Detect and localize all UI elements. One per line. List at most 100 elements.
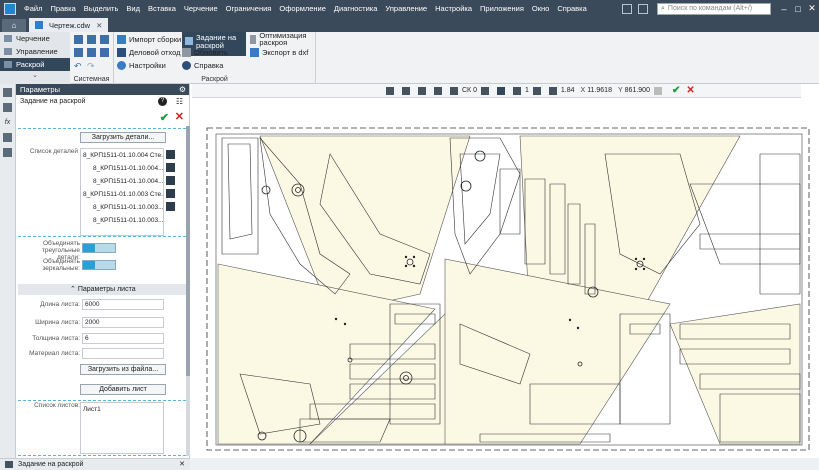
deal-waste-button[interactable]: Деловой отход	[117, 48, 180, 57]
zoom-select[interactable]: 1.84	[561, 87, 575, 94]
tree-view-icon[interactable]: ☷	[176, 97, 183, 106]
formula-icon[interactable]: fx	[3, 118, 12, 127]
width-input[interactable]: 2000	[82, 317, 164, 328]
pencil-icon[interactable]	[653, 86, 662, 95]
step-select[interactable]: 1	[525, 87, 529, 94]
cursor-snap-icon[interactable]	[496, 86, 505, 95]
folder-icon[interactable]	[87, 48, 96, 57]
snap-icon[interactable]	[402, 86, 410, 95]
sheet-params-header[interactable]: ⌃ Параметры листа	[18, 284, 186, 295]
sort-down-icon[interactable]	[166, 189, 175, 198]
help-label: Справка	[194, 61, 224, 70]
cancel-icon[interactable]: ✕	[175, 110, 184, 123]
zoom-plus-icon[interactable]	[548, 86, 557, 95]
camera-icon[interactable]	[638, 3, 648, 14]
home-icon[interactable]: ⌂	[2, 19, 26, 32]
menu-window[interactable]: Окно	[528, 0, 553, 17]
close-tab-icon[interactable]: ✕	[96, 21, 102, 30]
list-item[interactable]: 8_КРП1511-01.10.003 Сте...	[81, 188, 163, 201]
confirm-icon[interactable]: ✔	[672, 85, 680, 96]
help-button[interactable]: Справка	[182, 61, 223, 70]
update-button[interactable]: Обновить	[182, 48, 228, 57]
layers-icon[interactable]	[3, 133, 12, 142]
menu-manage[interactable]: Управление	[381, 0, 431, 17]
group-system: ↶ ↷ Системная	[70, 32, 114, 84]
grid-icon[interactable]	[434, 86, 442, 95]
scrollbar-thumb[interactable]	[186, 126, 190, 376]
length-input[interactable]: 6000	[82, 299, 164, 310]
list-item[interactable]: 8_КРП1511-01.10.003...	[81, 201, 163, 214]
cs-select[interactable]: СК 0	[462, 87, 477, 94]
app-logo-icon[interactable]	[4, 2, 16, 15]
screen-icon[interactable]	[622, 3, 632, 14]
menu-diagnostics[interactable]: Диагностика	[330, 0, 381, 17]
menu-format[interactable]: Оформление	[275, 0, 330, 17]
sheets-list[interactable]: Лист1	[80, 402, 164, 454]
ortho-icon[interactable]	[450, 86, 458, 95]
confirm-icon[interactable]: ✔	[160, 111, 169, 124]
undo-icon[interactable]: ↶	[74, 61, 82, 72]
menu-constraints[interactable]: Ограничения	[222, 0, 276, 17]
export-dxf-button[interactable]: Экспорт в dxf	[250, 48, 308, 57]
menu-select[interactable]: Выделить	[80, 0, 123, 17]
close-icon[interactable]: ✕	[179, 459, 185, 470]
sheets-list-label: Список листов:	[34, 402, 80, 409]
menu-file[interactable]: Файл	[20, 0, 46, 17]
add-sheet-button[interactable]: Добавить лист	[80, 384, 166, 395]
mode-manage[interactable]: Управление	[0, 45, 70, 58]
mode-raskroy[interactable]: Раскрой	[0, 58, 70, 71]
menu-drawing[interactable]: Черчение	[180, 0, 222, 17]
command-search[interactable]: ⌕ Поиск по командам (Alt+/)	[657, 2, 771, 15]
menu-insert[interactable]: Вставка	[144, 0, 180, 17]
step-icon[interactable]	[512, 86, 521, 95]
import-assembly-button[interactable]: Импорт сборки	[117, 35, 181, 44]
thickness-input[interactable]: 6	[82, 333, 164, 344]
variables-icon[interactable]	[3, 148, 12, 157]
eraser-icon[interactable]	[386, 86, 394, 95]
chevron-down-icon[interactable]: ⌄	[0, 71, 70, 81]
qr-icon[interactable]	[166, 150, 175, 159]
settings-button[interactable]: Настройки	[117, 61, 166, 70]
angle-icon[interactable]	[418, 86, 426, 95]
list-item[interactable]: Лист1	[81, 403, 163, 416]
list-item[interactable]: 8_КРП1511-01.10.004...	[81, 162, 163, 175]
close-window-icon[interactable]: ✕	[805, 3, 819, 14]
merge-tri-toggle[interactable]	[82, 243, 116, 253]
gear-icon[interactable]: ⚙	[179, 84, 186, 95]
redo-icon[interactable]: ↷	[87, 61, 95, 72]
minimize-icon[interactable]: –	[777, 4, 791, 14]
zoom-icon[interactable]	[532, 86, 541, 95]
list-item[interactable]: 8_КРП1511-01.10.004 Сте...	[81, 149, 163, 162]
sort-up-icon[interactable]	[166, 176, 175, 185]
tree-icon[interactable]	[3, 88, 12, 97]
new-file-icon[interactable]	[74, 35, 83, 44]
params-icon[interactable]	[3, 103, 12, 112]
list-edit-icon[interactable]	[166, 202, 175, 211]
details-list[interactable]: 8_КРП1511-01.10.004 Сте... 8_КРП1511-01.…	[80, 148, 164, 236]
list-item[interactable]: 8_КРП1511-01.10.003...	[81, 214, 163, 227]
optimize-button[interactable]: Оптимизация раскроя	[250, 32, 314, 46]
nesting-drawing[interactable]	[200, 124, 817, 454]
load-file-button[interactable]: Загрузить из файла...	[80, 364, 166, 375]
help-icon[interactable]: ?	[158, 97, 167, 106]
panel-scrollbar[interactable]	[186, 126, 190, 456]
cancel-icon[interactable]: ✕	[686, 85, 694, 96]
load-details-button[interactable]: Загрузить детали...	[80, 132, 166, 143]
save-icon[interactable]	[100, 35, 109, 44]
save-all-icon[interactable]	[100, 48, 109, 57]
menu-view[interactable]: Вид	[122, 0, 144, 17]
maximize-icon[interactable]: □	[791, 4, 805, 14]
material-input[interactable]	[82, 348, 164, 359]
open-folder-icon[interactable]	[87, 35, 96, 44]
round-icon[interactable]	[480, 86, 489, 95]
print-icon[interactable]	[74, 48, 83, 57]
menu-settings[interactable]: Настройка	[431, 0, 476, 17]
merge-mirror-toggle[interactable]	[82, 260, 116, 270]
list-item[interactable]: 8_КРП1511-01.10.004...	[81, 175, 163, 188]
tab-document[interactable]: Чертеж.cdw ✕	[29, 18, 109, 32]
menu-apps[interactable]: Приложения	[476, 0, 528, 17]
list-sort-icon[interactable]	[166, 163, 175, 172]
menu-edit[interactable]: Правка	[46, 0, 79, 17]
mode-drawing[interactable]: Черчение	[0, 32, 70, 45]
menu-help[interactable]: Справка	[553, 0, 590, 17]
